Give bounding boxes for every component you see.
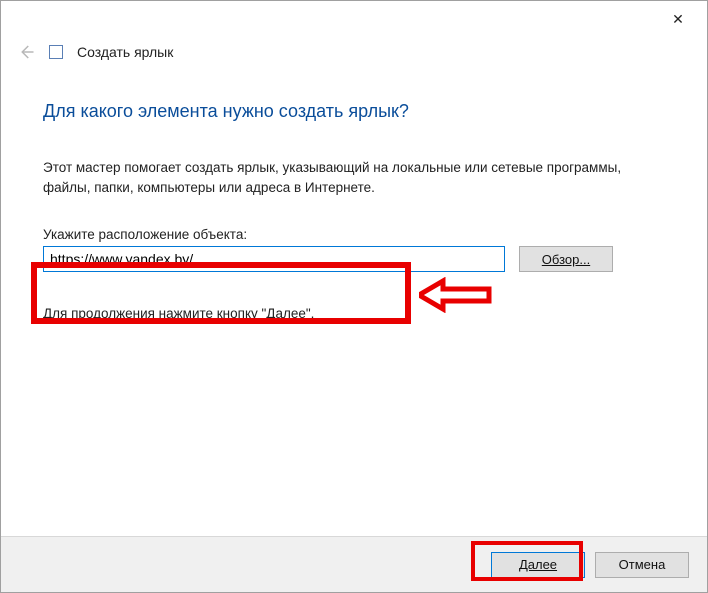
header-row: Создать ярлык — [1, 37, 707, 73]
shortcut-icon — [49, 45, 63, 59]
cancel-button[interactable]: Отмена — [595, 552, 689, 578]
dialog-title: Создать ярлык — [77, 44, 173, 60]
titlebar: ✕ — [1, 1, 707, 37]
location-row: Обзор... — [43, 246, 665, 272]
close-icon: ✕ — [672, 11, 684, 28]
location-input[interactable] — [43, 246, 505, 272]
page-heading: Для какого элемента нужно создать ярлык? — [43, 101, 665, 122]
dialog-footer: Далее Отмена — [1, 536, 707, 592]
browse-button[interactable]: Обзор... — [519, 246, 613, 272]
description-text: Этот мастер помогает создать ярлык, указ… — [43, 158, 665, 197]
close-button[interactable]: ✕ — [661, 5, 695, 33]
continue-instruction: Для продолжения нажмите кнопку "Далее". — [43, 306, 665, 321]
back-arrow-icon — [17, 43, 35, 61]
location-label: Укажите расположение объекта: — [43, 227, 665, 242]
back-button[interactable] — [17, 43, 35, 61]
next-button[interactable]: Далее — [491, 552, 585, 578]
create-shortcut-dialog: ✕ Создать ярлык Для какого элемента нужн… — [0, 0, 708, 593]
content-area: Для какого элемента нужно создать ярлык?… — [1, 73, 707, 321]
